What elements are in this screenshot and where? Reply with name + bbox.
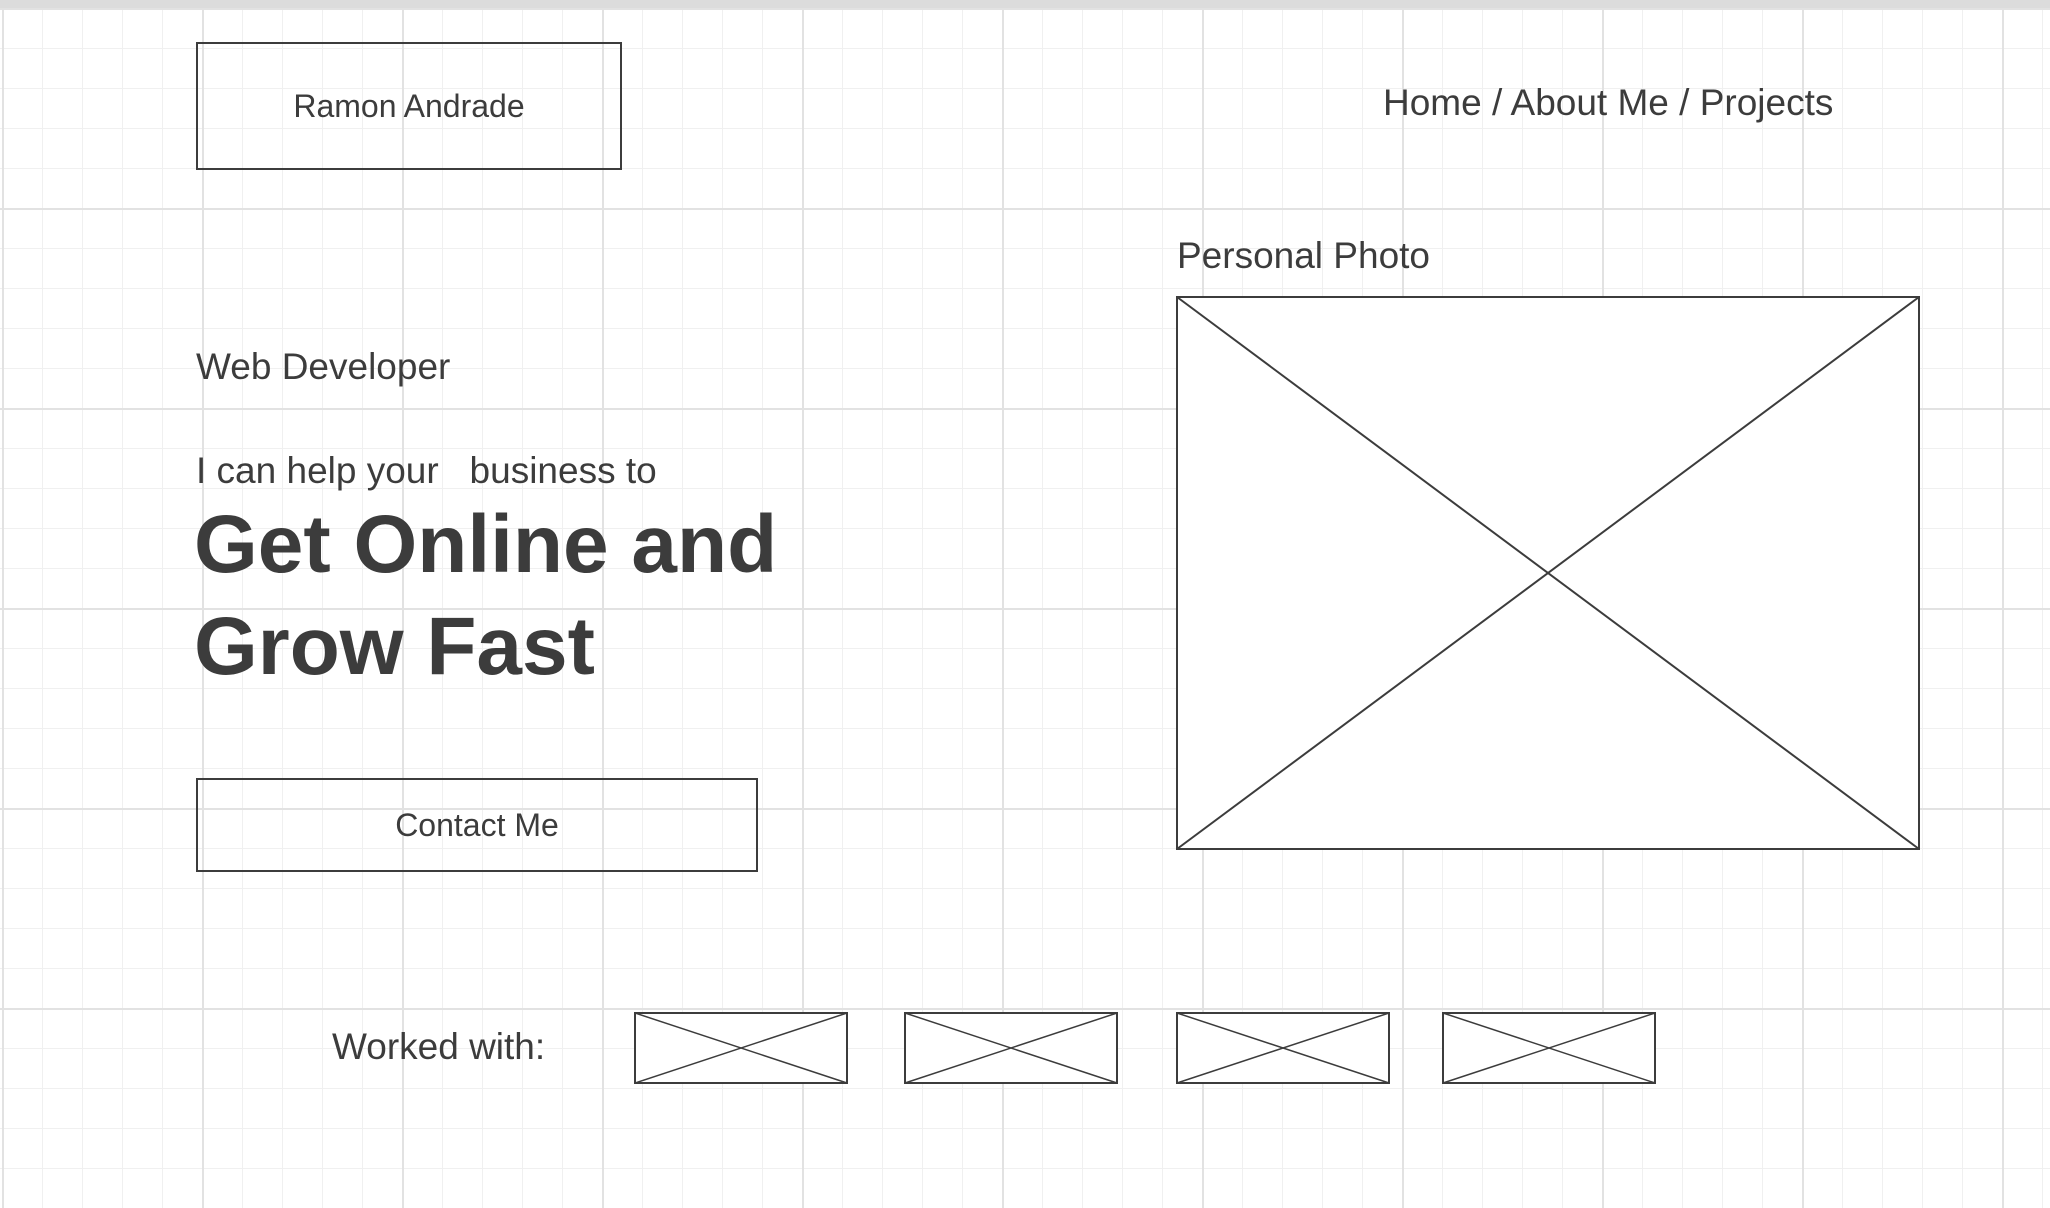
top-bar — [0, 0, 2050, 8]
headline-line-2: Grow Fast — [194, 601, 595, 692]
image-placeholder-icon — [1176, 1012, 1390, 1084]
client-logo-placeholder — [634, 1012, 848, 1084]
image-placeholder-icon — [1442, 1012, 1656, 1084]
brand-name-box[interactable]: Ramon Andrade — [196, 42, 622, 170]
nav-projects[interactable]: Projects — [1700, 82, 1834, 123]
image-placeholder-icon — [1176, 296, 1920, 850]
hero-headline: Get Online and Grow Fast — [194, 494, 1094, 698]
contact-me-label: Contact Me — [395, 806, 559, 843]
nav-separator: / — [1668, 82, 1700, 123]
client-logo-placeholder — [1176, 1012, 1390, 1084]
personal-photo-label: Personal Photo — [1177, 235, 1431, 276]
pitch-text: I can help your business to — [196, 450, 657, 491]
nav-about-me[interactable]: About Me — [1511, 82, 1669, 123]
headline-line-1: Get Online and — [194, 499, 778, 590]
image-placeholder-icon — [904, 1012, 1118, 1084]
personal-photo-placeholder — [1176, 296, 1920, 850]
worked-with-label: Worked with: — [332, 1026, 546, 1067]
main-nav: Home / About Me / Projects — [1383, 82, 1833, 124]
nav-home[interactable]: Home — [1383, 82, 1482, 123]
contact-me-button[interactable]: Contact Me — [196, 778, 758, 872]
image-placeholder-icon — [634, 1012, 848, 1084]
brand-name: Ramon Andrade — [293, 87, 525, 124]
role-title: Web Developer — [196, 346, 451, 387]
client-logo-placeholder — [1442, 1012, 1656, 1084]
client-logo-placeholder — [904, 1012, 1118, 1084]
nav-separator: / — [1481, 82, 1511, 123]
